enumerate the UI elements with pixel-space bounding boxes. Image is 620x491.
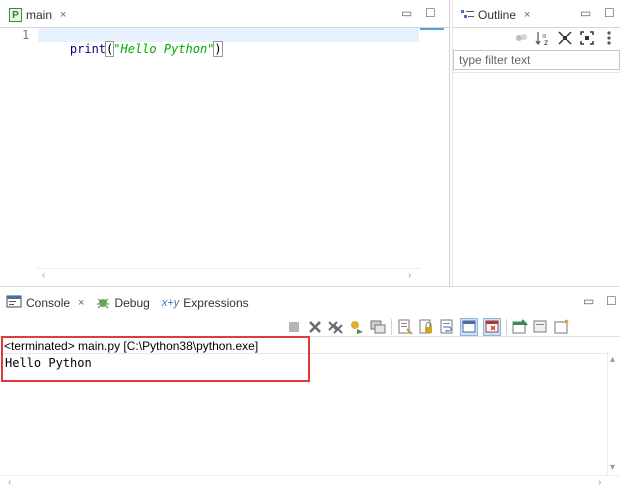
stacked-windows-icon[interactable] [370,319,386,335]
outline-filter-input[interactable]: type filter text [453,50,620,70]
python-file-icon: P [9,8,22,22]
outline-icon [461,9,474,21]
view-menu-icon[interactable] [601,30,617,46]
relaunch-icon[interactable] [349,319,365,335]
remove-all-icon[interactable] [328,319,344,335]
scroll-lock-icon[interactable] [418,319,434,335]
tab-debug[interactable]: Debug [90,291,155,315]
close-icon[interactable]: × [60,9,66,21]
console-pane: Console × Debug x+y Expressions ▭ ☐ <ter… [0,288,620,491]
code-line[interactable]: print("Hello Python") [41,28,223,70]
tab-console-label: Console [26,296,71,310]
overview-ruler-marker [420,28,444,30]
expand-icon[interactable] [579,30,595,46]
display-selected-console-icon[interactable] [533,319,549,335]
pin-console-icon[interactable] [512,319,528,335]
maximize-icon[interactable]: ☐ [425,6,436,20]
clear-console-icon[interactable] [397,319,413,335]
scroll-right-icon[interactable]: › [408,270,411,281]
scroll-left-icon[interactable]: ‹ [8,477,11,488]
highlight-box [1,336,310,382]
scroll-right-icon[interactable]: › [598,477,601,488]
filter-placeholder: type filter text [459,53,531,67]
minimize-icon[interactable]: ▭ [401,6,412,20]
tab-console[interactable]: Console × [3,291,91,315]
sort-az-icon[interactable]: az [535,30,551,46]
minimize-icon[interactable]: ▭ [580,6,591,20]
svg-text:z: z [544,38,548,46]
editor-tab-main[interactable]: P main × [3,3,73,27]
tab-debug-label: Debug [114,296,150,310]
tab-expressions-label: Expressions [183,296,249,310]
show-on-stderr-icon[interactable] [483,318,501,336]
maximize-icon[interactable]: ☐ [604,6,615,20]
console-tabbar: Console × Debug x+y Expressions [3,291,255,315]
outline-tab[interactable]: Outline × [455,3,537,27]
text-cursor [221,43,223,56]
maximize-icon[interactable]: ☐ [606,294,617,308]
console-toolbar [286,318,570,336]
outline-pane: Outline × ▭ ☐ az type filter text [453,0,620,286]
debug-icon [96,295,110,312]
open-console-icon[interactable] [554,319,570,335]
outline-tab-label: Outline [478,8,517,22]
tab-expressions[interactable]: x+y Expressions [156,291,255,315]
focus-icon[interactable] [513,30,529,46]
remove-launch-icon[interactable] [307,319,323,335]
scroll-left-icon[interactable]: ‹ [42,270,45,281]
close-icon[interactable]: × [524,9,530,21]
scroll-up-icon[interactable]: ▴ [610,354,615,365]
scroll-down-icon[interactable]: ▾ [610,462,615,473]
terminate-icon[interactable] [286,319,302,335]
line-number: 1 [22,28,30,42]
line-number-gutter: 1 [0,28,36,268]
editor-pane: P main × ▭ ☐ 1 print("Hello Python") ‹ › [0,0,449,286]
code-string: "Hello Python" [113,42,215,56]
collapse-icon[interactable] [557,30,573,46]
close-icon[interactable]: × [78,297,84,309]
editor-tab-label: main [26,8,53,22]
expressions-icon: x+y [161,297,180,309]
code-keyword: print [69,42,107,56]
outline-toolbar: az [513,30,617,46]
word-wrap-icon[interactable] [439,319,455,335]
console-icon [6,295,22,312]
show-on-stdout-icon[interactable] [460,318,478,336]
code-close-paren: ) [213,41,223,57]
minimize-icon[interactable]: ▭ [583,294,594,308]
